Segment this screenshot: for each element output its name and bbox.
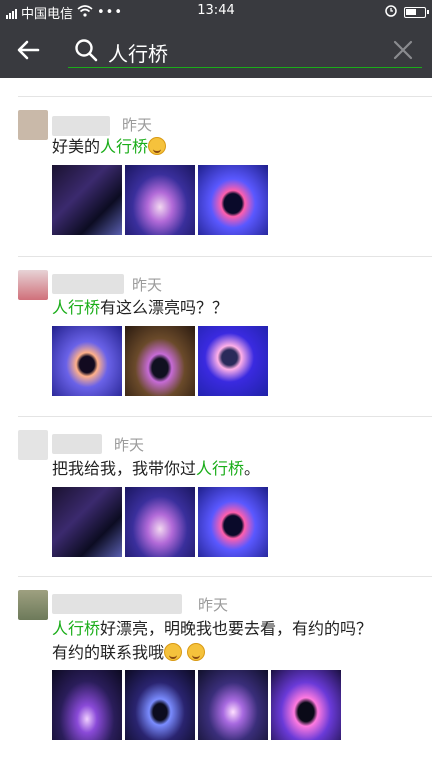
photo-thumbnail[interactable] <box>271 670 341 740</box>
avatar <box>18 110 48 140</box>
post-text-line2-content: 有约的联系我哦 <box>52 643 165 662</box>
post-text-after: 。 <box>244 459 261 478</box>
post-text: 把我给我，我带你过人行桥。 <box>52 457 260 481</box>
post-text-after: 好漂亮，明晚我也要去看，有约的吗？ <box>100 619 373 638</box>
username-blurred <box>52 274 124 294</box>
star-eyes-emoji-icon <box>148 137 167 155</box>
search-header: 人行桥 <box>0 22 432 78</box>
post-text: 人行桥好漂亮，明晚我也要去看，有约的吗？ <box>52 617 372 641</box>
thinking-emoji-icon <box>164 643 183 661</box>
post-date: 昨天 <box>198 596 229 614</box>
divider <box>18 416 432 417</box>
clear-search-icon[interactable] <box>392 39 414 61</box>
avatar <box>18 430 48 460</box>
photo-thumbnail[interactable] <box>125 165 195 235</box>
photo-thumbnail[interactable] <box>198 670 268 740</box>
photo-thumbnail[interactable] <box>198 487 268 557</box>
photo-thumbnail[interactable] <box>125 326 195 396</box>
search-icon <box>75 39 98 62</box>
post-text-line2: 有约的联系我哦 <box>52 641 206 665</box>
photo-thumbnail[interactable] <box>52 165 122 235</box>
photo-thumbnail[interactable] <box>52 670 122 740</box>
post-text-after: 有这么漂亮吗？？ <box>100 298 229 317</box>
username-blurred <box>52 116 110 136</box>
search-input[interactable]: 人行桥 <box>68 34 422 68</box>
post-text-before: 好美的 <box>52 137 101 156</box>
thinking-emoji-icon <box>187 643 206 661</box>
post-date: 昨天 <box>122 116 153 134</box>
post-date: 昨天 <box>114 436 145 454</box>
keyword-highlight: 人行桥 <box>52 619 101 638</box>
divider <box>18 96 432 97</box>
avatar <box>18 270 48 300</box>
username-blurred <box>52 594 182 614</box>
photo-thumbnail[interactable] <box>198 326 268 396</box>
divider <box>18 256 432 257</box>
divider <box>18 576 432 577</box>
post-date: 昨天 <box>132 276 163 294</box>
alarm-icon <box>384 3 398 21</box>
photo-thumbnail[interactable] <box>52 326 122 396</box>
keyword-highlight: 人行桥 <box>100 137 149 156</box>
avatar <box>18 590 48 620</box>
clock: 13:44 <box>197 3 235 18</box>
post-text: 好美的人行桥 <box>52 135 167 159</box>
keyword-highlight: 人行桥 <box>52 298 101 317</box>
search-query: 人行桥 <box>108 42 168 66</box>
photo-thumbnail[interactable] <box>52 487 122 557</box>
keyword-highlight: 人行桥 <box>196 459 245 478</box>
status-bar: 中国电信 ••• 13:44 <box>0 0 432 22</box>
post-text: 人行桥有这么漂亮吗？？ <box>52 296 228 320</box>
photo-thumbnail[interactable] <box>125 487 195 557</box>
photo-thumbnail[interactable] <box>125 670 195 740</box>
username-blurred <box>52 434 102 454</box>
back-button[interactable] <box>14 36 44 64</box>
photo-thumbnail[interactable] <box>198 165 268 235</box>
back-arrow-icon <box>17 40 40 60</box>
post-text-before: 把我给我，我带你过 <box>52 459 197 478</box>
battery-icon <box>404 6 429 18</box>
